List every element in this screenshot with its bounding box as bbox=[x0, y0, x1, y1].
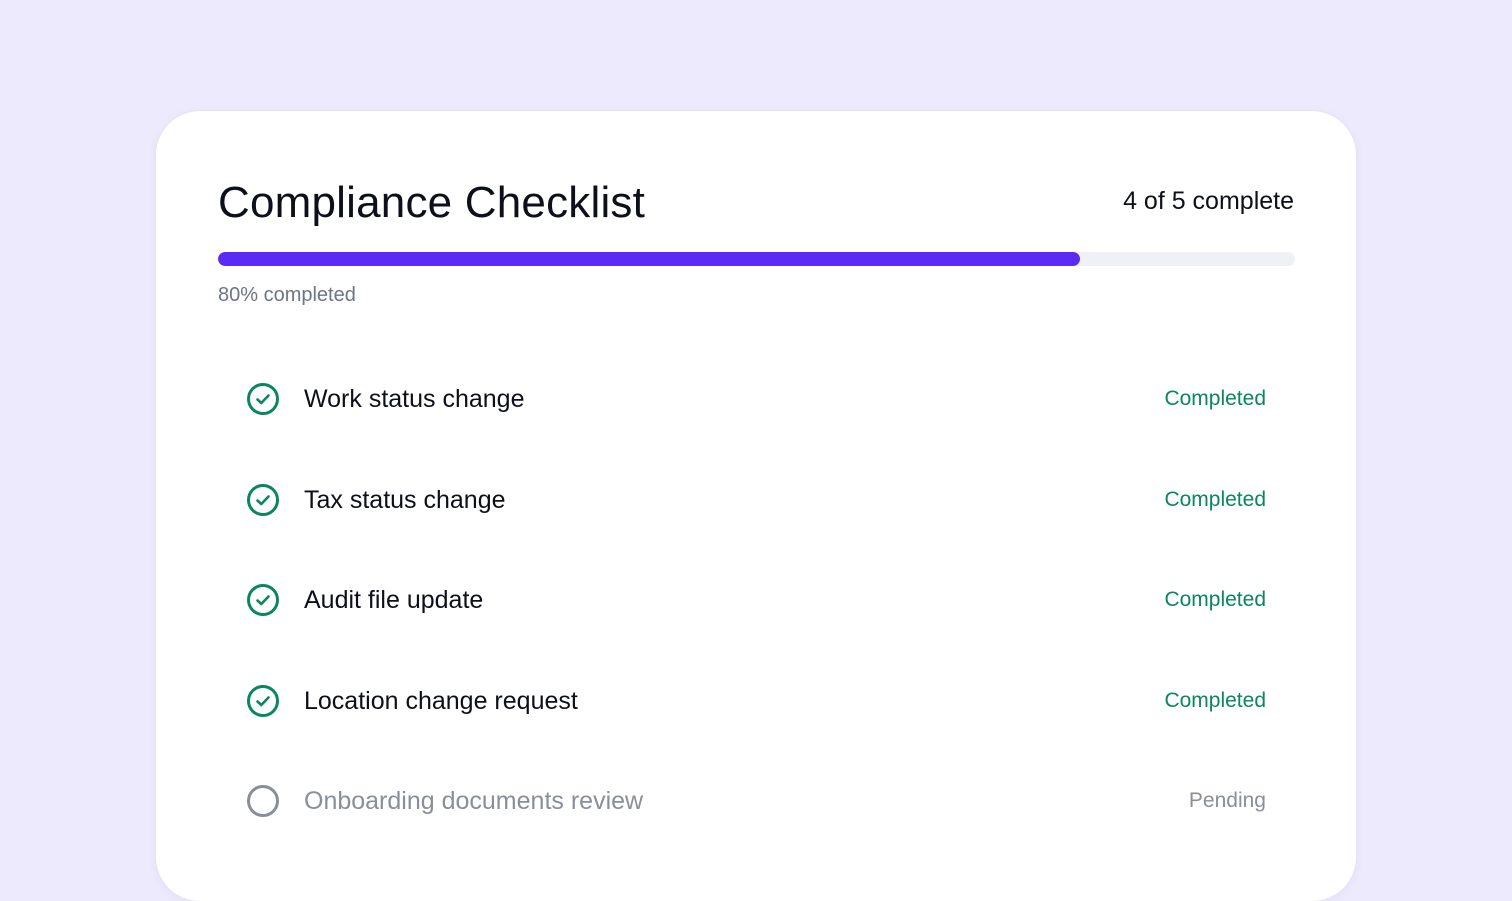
progress-label: 80% completed bbox=[218, 284, 356, 306]
checklist-item[interactable]: Onboarding documents review Pending bbox=[246, 751, 1266, 852]
page-title: Compliance Checklist bbox=[218, 178, 646, 227]
completion-count: 4 of 5 complete bbox=[1123, 187, 1294, 215]
checklist-item-label: Tax status change bbox=[304, 485, 506, 514]
checklist-item[interactable]: Tax status change Completed bbox=[246, 450, 1266, 551]
status-badge: Completed bbox=[1164, 487, 1266, 511]
check-circle-icon bbox=[246, 483, 280, 517]
checklist-item-label: Onboarding documents review bbox=[304, 787, 644, 816]
progress-bar-fill bbox=[218, 252, 1080, 266]
checklist-item-label: Work status change bbox=[304, 385, 525, 414]
checklist-item[interactable]: Location change request Completed bbox=[246, 651, 1266, 752]
checklist-item[interactable]: Audit file update Completed bbox=[246, 550, 1266, 651]
check-circle-icon bbox=[246, 583, 280, 617]
check-circle-icon bbox=[246, 684, 280, 718]
check-circle-icon bbox=[246, 382, 280, 416]
status-badge: Completed bbox=[1164, 588, 1266, 612]
checklist-item[interactable]: Work status change Completed bbox=[246, 349, 1266, 450]
status-badge: Pending bbox=[1188, 789, 1266, 813]
checklist-items: Work status change Completed Tax status … bbox=[246, 349, 1266, 852]
checklist-card: Compliance Checklist 4 of 5 complete 80%… bbox=[156, 111, 1356, 901]
checklist-item-label: Location change request bbox=[304, 686, 578, 715]
checklist-item-label: Audit file update bbox=[304, 586, 484, 615]
empty-circle-icon bbox=[246, 784, 280, 818]
status-badge: Completed bbox=[1164, 387, 1266, 411]
status-badge: Completed bbox=[1164, 688, 1266, 712]
progress-bar bbox=[218, 252, 1295, 266]
